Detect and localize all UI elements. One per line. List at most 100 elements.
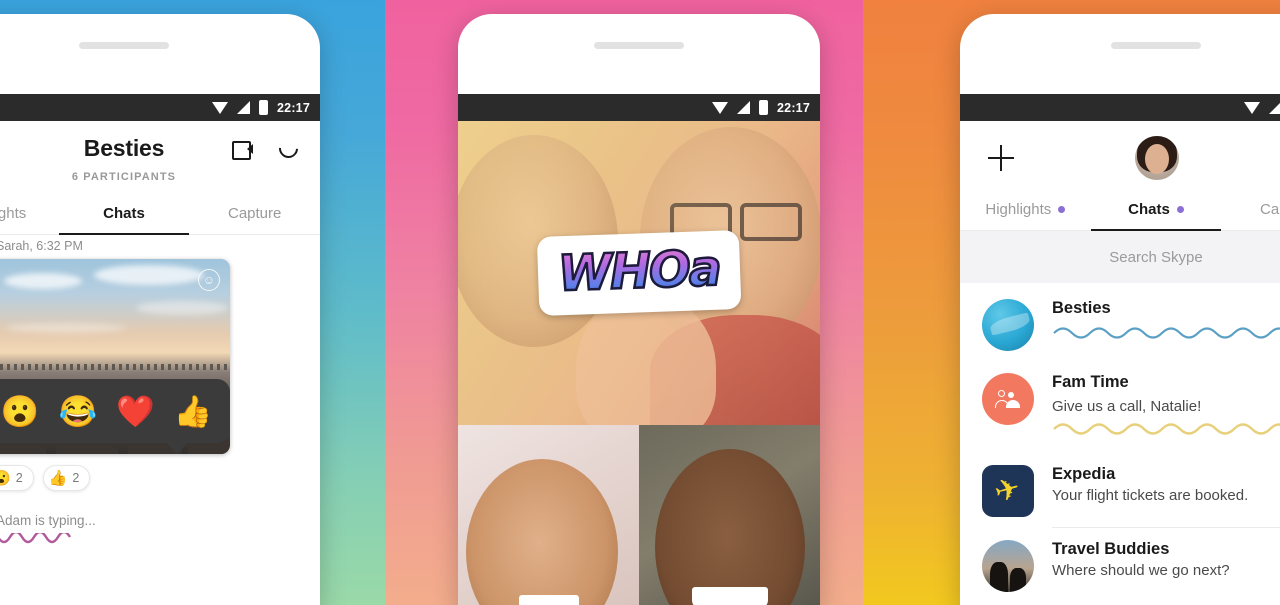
tab-highlights-label: Highlights [985, 201, 1052, 218]
chat-name: Besties [1052, 299, 1111, 317]
chat-list: Besties Fam Time Give us a call, Natalie… [960, 283, 1280, 602]
tab-capture-label: Capture [1259, 201, 1280, 218]
silhouette-shape [990, 562, 1008, 592]
chat-preview: Where should we go next? [1052, 562, 1230, 579]
emoji-thumbsup-icon[interactable]: 👍 [174, 396, 213, 427]
tab-highlights[interactable]: Highlights [0, 198, 59, 234]
reaction-picker-tail [166, 442, 188, 454]
battery-icon [759, 100, 769, 115]
list-item-preview-row: Give us a call, Natalie! 10:17 [1052, 395, 1280, 415]
list-item-head: Besties [1052, 299, 1280, 318]
right-tabs: Highlights Chats Capture [960, 195, 1280, 231]
add-icon[interactable] [988, 145, 1014, 171]
avatar[interactable] [1135, 136, 1179, 180]
middle-screen: WHOa [458, 121, 820, 605]
status-icons [712, 100, 769, 115]
list-item[interactable]: Besties [960, 287, 1280, 361]
list-item-body: Fam Time 😄 Give us a call, Natalie! 10:1… [1034, 373, 1280, 443]
tab-chats-label: Chats [1128, 201, 1170, 218]
wifi-icon [212, 101, 229, 114]
silhouette-shape [1010, 568, 1026, 592]
avatar: ✈ [982, 465, 1034, 517]
head-shape [998, 390, 1005, 397]
reaction-picker[interactable]: 😢 😓 😮 😂 ❤️ 👍 [0, 379, 230, 454]
shark-shape [988, 312, 1032, 336]
header-actions [232, 135, 302, 162]
tab-capture[interactable]: Capture [189, 198, 320, 234]
tab-chats[interactable]: Chats [59, 198, 190, 234]
phone-left: 22:17 Besties 6 PARTICIPANTS Highlights … [0, 14, 320, 605]
face-shape [1145, 144, 1169, 174]
squiggle-icon [1053, 423, 1280, 435]
tab-highlights[interactable]: Highlights [960, 195, 1091, 230]
status-icons [212, 100, 269, 115]
status-bar-time: 22:17 [277, 100, 310, 115]
emoji-thumbsup-icon: 👍 [48, 470, 68, 487]
add-reaction-icon[interactable]: ☺ [198, 269, 220, 291]
sticker-text: WHOa [556, 238, 722, 303]
tab-capture[interactable]: Capture [1221, 195, 1280, 230]
cloud-shape [94, 265, 204, 285]
cloud-shape [136, 301, 228, 315]
voice-call-icon[interactable] [275, 135, 302, 162]
search-placeholder: Search Skype [1109, 248, 1203, 266]
list-item-head: Fam Time 😄 [1052, 373, 1280, 395]
phone-middle: 22:17 WHOa [458, 14, 820, 605]
list-item[interactable]: Travel Buddies 8:42 Where should we go n… [960, 528, 1280, 602]
avatar [982, 540, 1034, 592]
typing-indicator: Adam is typing... [0, 513, 320, 554]
status-icons [1244, 100, 1280, 115]
wifi-icon [712, 101, 729, 114]
video-call-icon[interactable] [232, 140, 253, 160]
wifi-icon [1244, 101, 1261, 114]
search-input[interactable]: Search Skype [960, 231, 1280, 283]
status-bar-middle: 22:17 [458, 94, 820, 121]
message-meta: Sarah, 6:32 PM [0, 239, 83, 253]
participant-count: 6 PARTICIPANTS [71, 171, 177, 183]
emoji-heart-icon[interactable]: ❤️ [116, 396, 155, 427]
unread-dot [1058, 206, 1066, 213]
app-toolbar [960, 121, 1280, 195]
left-screen: Besties 6 PARTICIPANTS Highlights Chats … [0, 121, 320, 605]
battery-icon [259, 100, 269, 115]
avatar [982, 373, 1034, 425]
signal-icon [237, 101, 251, 114]
squiggle-icon [1053, 327, 1280, 339]
cloud-shape [4, 273, 82, 289]
signal-icon [1269, 101, 1280, 114]
skyline-shape [0, 364, 230, 371]
face-shape [466, 459, 618, 605]
video-call-main[interactable]: WHOa [458, 121, 820, 425]
chat-name: Fam Time [1052, 373, 1129, 391]
video-tile[interactable] [639, 425, 820, 605]
emoji-laughing-icon[interactable]: 😂 [58, 396, 97, 427]
face-shape [655, 449, 805, 605]
whoa-sticker[interactable]: WHOa [536, 230, 742, 316]
message-reactions: 😮 2 👍 2 [0, 465, 320, 491]
list-item-body: Travel Buddies 8:42 Where should we go n… [1034, 540, 1280, 579]
reaction-count: 2 [72, 471, 80, 485]
emoji-surprised-icon[interactable]: 😮 [1, 396, 40, 427]
status-bar-left: 22:17 [0, 94, 320, 121]
unread-dot [1176, 206, 1184, 213]
status-bar-time: 22:17 [777, 100, 810, 115]
video-tile[interactable] [458, 425, 639, 605]
list-item[interactable]: Fam Time 😄 Give us a call, Natalie! 10:1… [960, 361, 1280, 453]
cloud-shape [6, 323, 126, 333]
video-call-grid [458, 425, 820, 605]
reaction-chip[interactable]: 😮 2 [0, 465, 34, 491]
phone-speaker [79, 42, 169, 49]
chat-name: Expedia [1052, 465, 1116, 483]
list-item[interactable]: ✈ Expedia 9:04 Your flight tickets are b… [960, 453, 1280, 527]
chat-name: Travel Buddies [1052, 540, 1170, 558]
airplane-icon: ✈ [991, 471, 1025, 510]
status-bar-right: 22:17 [960, 94, 1280, 121]
signal-icon [737, 101, 751, 114]
avatar [982, 299, 1034, 351]
tab-chats[interactable]: Chats [1091, 195, 1222, 230]
left-tabs: Highlights Chats Capture [0, 198, 320, 235]
reaction-count: 2 [15, 471, 23, 485]
chat-preview: Give us a call, Natalie! [1052, 398, 1202, 415]
body-shape [1006, 400, 1020, 408]
reaction-chip[interactable]: 👍 2 [42, 465, 91, 491]
